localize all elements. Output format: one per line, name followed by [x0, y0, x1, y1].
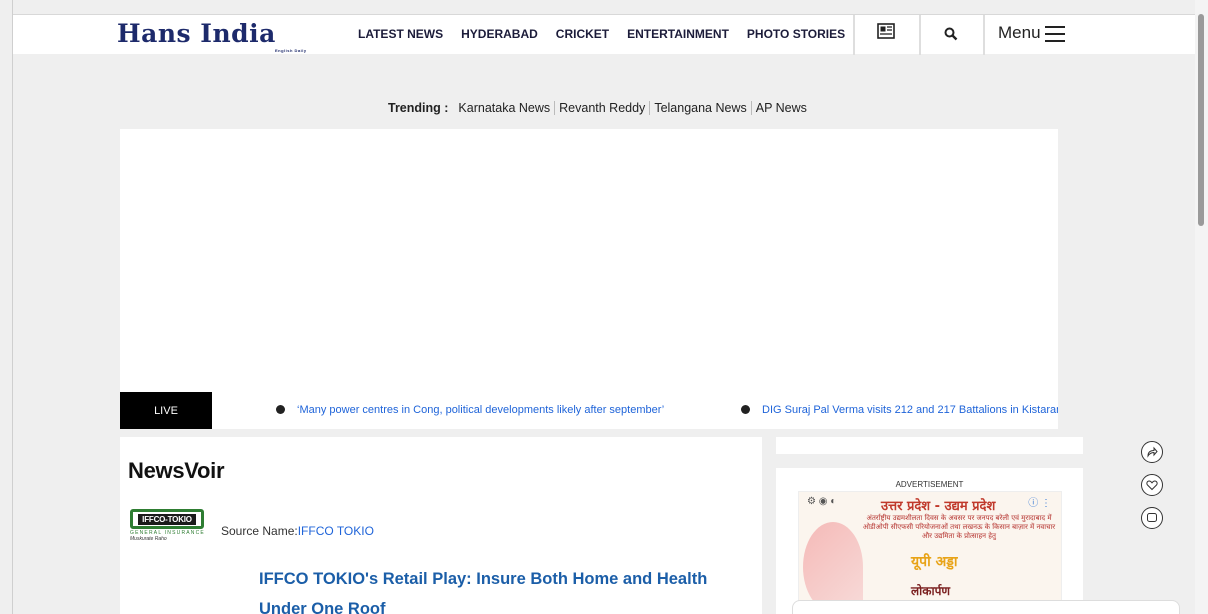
article-headline[interactable]: IFFCO TOKIO's Retail Play: Insure Both H… — [259, 564, 759, 614]
site-header: Hans India English Daily LATEST NEWS HYD… — [13, 14, 1195, 55]
logo-text: IFFCO-TOKIO — [138, 513, 196, 525]
popup-panel[interactable] — [792, 600, 1180, 614]
sidebar-ad: ADVERTISEMENT ⚙ ◉ ◐ ⓘ ⋮ उत्तर प्रदेश - उ… — [776, 468, 1083, 614]
comment-icon[interactable] — [1141, 507, 1163, 529]
trending-item[interactable]: Karnataka News — [454, 101, 556, 115]
logo-tagline: Muskurate Raho — [130, 536, 167, 542]
info-icon[interactable]: ⓘ ⋮ — [1028, 494, 1051, 509]
section-title: NewsVoir — [128, 458, 225, 483]
newspaper-icon[interactable] — [877, 23, 895, 42]
live-ticker: ‘Many power centres in Cong, political d… — [212, 392, 1058, 429]
menu-label[interactable]: Menu — [998, 23, 1041, 43]
trending-label: Trending : — [388, 101, 449, 115]
header-divider — [983, 15, 985, 55]
trending-item[interactable]: Telangana News — [650, 101, 752, 115]
main-nav: LATEST NEWS HYDERABAD CRICKET ENTERTAINM… — [358, 27, 863, 41]
search-icon[interactable] — [944, 27, 958, 44]
ad-decoration — [803, 522, 863, 612]
trending-bar: Trending : Karnataka News Revanth Reddy … — [388, 101, 811, 115]
ad-label: ADVERTISEMENT — [895, 480, 964, 489]
share-icon[interactable] — [1141, 441, 1163, 463]
site-logo[interactable]: Hans India English Daily — [117, 19, 306, 53]
page-frame — [12, 0, 13, 614]
header-divider — [919, 15, 921, 55]
hamburger-icon[interactable] — [1045, 26, 1065, 42]
nav-entertainment[interactable]: ENTERTAINMENT — [627, 27, 729, 41]
scrollbar-thumb[interactable] — [1198, 14, 1204, 226]
article-card: NewsVoir IFFCO-TOKIO GENERAL INSURANCE M… — [120, 437, 762, 614]
nav-photo-stories[interactable]: PHOTO STORIES — [747, 27, 845, 41]
bullet-icon — [276, 404, 285, 414]
nav-latest-news[interactable]: LATEST NEWS — [358, 27, 443, 41]
nav-cricket[interactable]: CRICKET — [556, 27, 609, 41]
ad-badge-secondary: लोकार्पण — [911, 584, 951, 598]
ticker-text: DIG Suraj Pal Verma visits 212 and 217 B… — [762, 404, 1058, 416]
ad-banner[interactable]: ⚙ ◉ ◐ ⓘ ⋮ उत्तर प्रदेश - उद्यम प्रदेश अं… — [798, 491, 1062, 614]
ticker-item[interactable]: DIG Suraj Pal Verma visits 212 and 217 B… — [741, 404, 1058, 416]
sidebar-strip — [776, 437, 1083, 454]
ticker-item[interactable]: ‘Many power centres in Cong, political d… — [276, 404, 664, 416]
nav-hyderabad[interactable]: HYDERABAD — [461, 27, 538, 41]
source-line: Source Name:IFFCO TOKIO — [221, 524, 374, 538]
emblem-icon: ⚙ ◉ ◐ — [807, 496, 837, 507]
live-badge: LIVE — [120, 392, 212, 429]
source-logo: IFFCO-TOKIO GENERAL INSURANCE Muskurate … — [130, 509, 208, 553]
header-divider — [853, 15, 855, 55]
ad-subtitle: अंतर्राष्ट्रीय उद्यमशीलता दिवस के अवसर प… — [862, 514, 1056, 540]
logo-tagline: English Daily — [275, 48, 307, 53]
bullet-icon — [741, 404, 750, 414]
ad-title: उत्तर प्रदेश - उद्यम प्रदेश — [881, 499, 996, 514]
trending-item[interactable]: AP News — [752, 101, 811, 115]
ad-badge: यूपी अड्डा — [911, 554, 958, 570]
logo-text: Hans India — [117, 19, 276, 48]
top-ad-slot — [120, 129, 1058, 429]
source-label: Source Name: — [221, 524, 298, 538]
trending-item[interactable]: Revanth Reddy — [555, 101, 651, 115]
ticker-text: ‘Many power centres in Cong, political d… — [297, 404, 665, 416]
heart-icon[interactable] — [1141, 474, 1163, 496]
source-link[interactable]: IFFCO TOKIO — [298, 524, 374, 538]
